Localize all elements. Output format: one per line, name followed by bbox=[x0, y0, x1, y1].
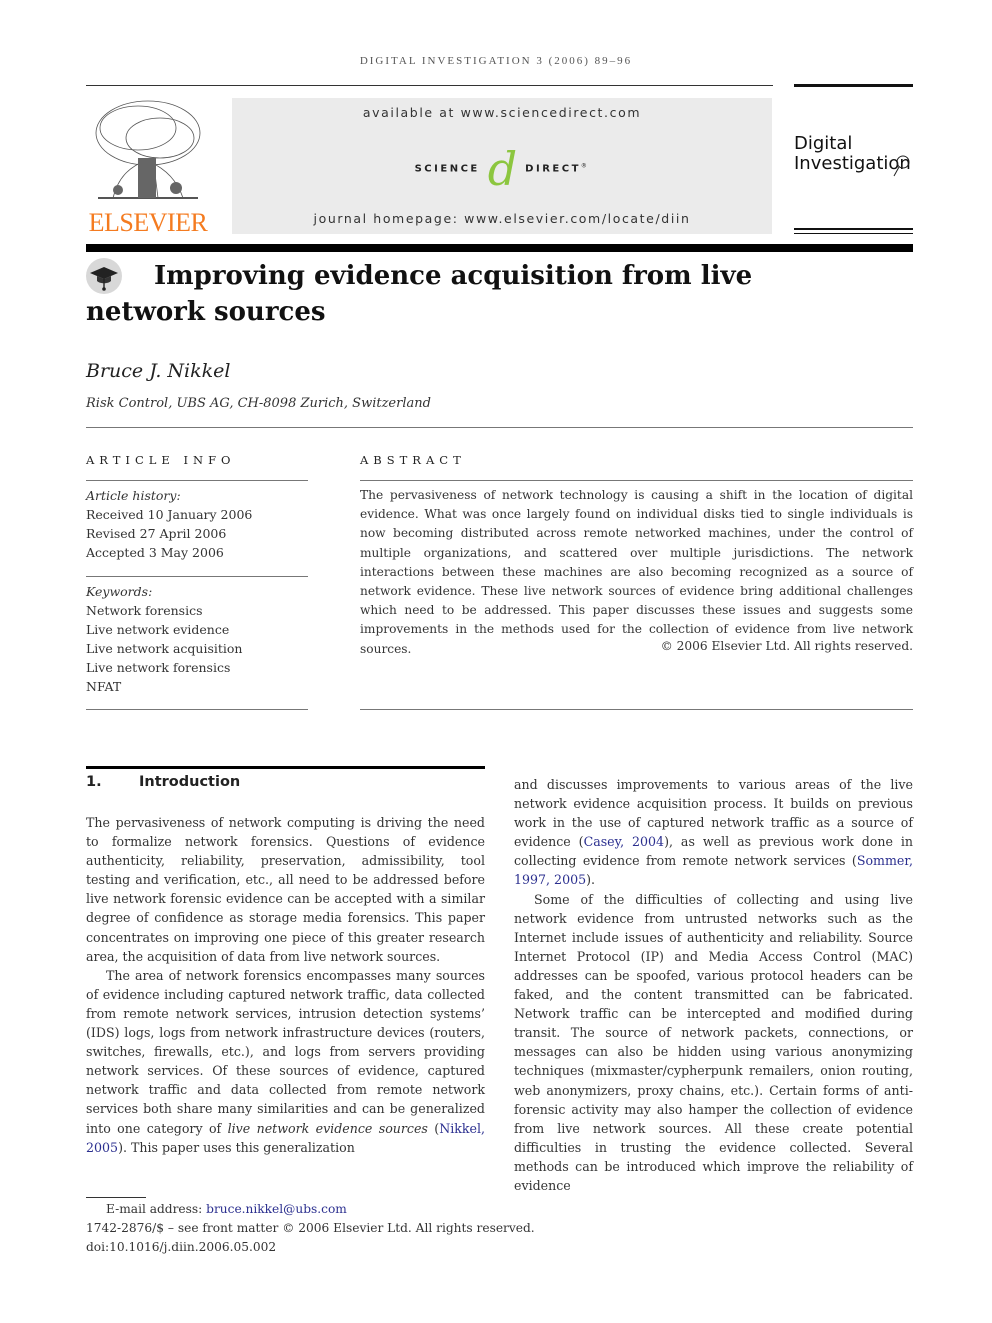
section-heading: 1. Introduction bbox=[86, 774, 240, 790]
article-title: Improving evidence acquisition from live… bbox=[86, 261, 753, 327]
keyword-item: Live network acquisition bbox=[86, 641, 243, 656]
abstract-text: The pervasiveness of network technology … bbox=[360, 488, 913, 656]
sd-logo-left: SCIENCE bbox=[414, 163, 480, 175]
divider bbox=[360, 480, 913, 481]
header-rule bbox=[86, 85, 773, 86]
divider bbox=[86, 576, 308, 577]
history-accepted: Accepted 3 May 2006 bbox=[86, 545, 224, 560]
divider bbox=[86, 427, 913, 428]
divider bbox=[360, 709, 913, 710]
logo-rule-bottom-2 bbox=[794, 233, 913, 234]
citation-link[interactable]: Casey, 2004 bbox=[584, 834, 665, 849]
registered-mark: ® bbox=[580, 162, 590, 170]
front-matter: 1742-2876/$ – see front matter © 2006 El… bbox=[86, 1221, 535, 1235]
text-run: ). bbox=[586, 872, 596, 888]
doi[interactable]: doi:10.1016/j.diin.2006.05.002 bbox=[86, 1238, 535, 1257]
logo-rule-top bbox=[794, 84, 913, 87]
elsevier-logo: ELSEVIER bbox=[86, 98, 210, 238]
sciencedirect-logo: SCIENCE d DIRECT® bbox=[232, 146, 772, 192]
elsevier-tree-icon bbox=[95, 100, 201, 199]
divider bbox=[86, 709, 308, 710]
text-run: The area of network forensics encompasse… bbox=[86, 967, 485, 1136]
section-title: Introduction bbox=[139, 774, 241, 790]
keyword-item: Live network evidence bbox=[86, 622, 230, 637]
paragraph: The area of network forensics encompasse… bbox=[86, 966, 485, 1157]
header-thick-bar bbox=[86, 244, 913, 252]
section-bar bbox=[86, 766, 485, 769]
sciencedirect-banner: available at www.sciencedirect.com SCIEN… bbox=[232, 98, 772, 234]
history-revised: Revised 27 April 2006 bbox=[86, 526, 227, 541]
section-number: 1. bbox=[86, 774, 102, 790]
author-affiliation: Risk Control, UBS AG, CH-8098 Zurich, Sw… bbox=[86, 396, 431, 411]
sd-logo-right: DIRECT bbox=[525, 163, 581, 175]
email-link[interactable]: bruce.nikkel@ubs.com bbox=[206, 1202, 347, 1216]
keyword-item: Live network forensics bbox=[86, 660, 231, 675]
sciencedirect-available-link[interactable]: available at www.sciencedirect.com bbox=[232, 105, 772, 120]
paragraph: Some of the difficulties of collecting a… bbox=[514, 891, 913, 1193]
article-info-label: ARTICLE INFO bbox=[86, 453, 236, 467]
article-history: Article history: Received 10 January 200… bbox=[86, 486, 252, 562]
body-column-right: and discusses improvements to various ar… bbox=[514, 775, 913, 1195]
logo-rule-bottom-1 bbox=[794, 228, 913, 230]
email-label: E-mail address: bbox=[106, 1202, 207, 1216]
text-run: ). This paper uses this generalization bbox=[118, 1139, 355, 1155]
author-name: Bruce J. Nikkel bbox=[86, 360, 231, 382]
text-run: ( bbox=[427, 1120, 440, 1136]
journal-homepage-link[interactable]: journal homepage: www.elsevier.com/locat… bbox=[232, 211, 772, 226]
email-footnote: E-mail address: bruce.nikkel@ubs.com bbox=[86, 1200, 535, 1219]
footnotes: E-mail address: bruce.nikkel@ubs.com 174… bbox=[86, 1200, 535, 1257]
elsevier-wordmark: ELSEVIER bbox=[88, 208, 208, 237]
abstract-label: ABSTRACT bbox=[360, 453, 466, 467]
divider bbox=[86, 480, 308, 481]
digital-investigation-logo: Digital Investigation bbox=[794, 84, 914, 236]
keyword-item: Network forensics bbox=[86, 603, 203, 618]
paragraph: The pervasiveness of network computing i… bbox=[86, 815, 485, 964]
running-head: DIGITAL INVESTIGATION 3 (2006) 89–96 bbox=[359, 55, 633, 67]
keywords: Keywords: Network forensics Live network… bbox=[86, 582, 242, 696]
body-column-left: The pervasiveness of network computing i… bbox=[86, 813, 485, 1157]
keywords-label: Keywords: bbox=[86, 584, 153, 599]
paragraph: and discusses improvements to various ar… bbox=[514, 775, 913, 890]
abstract-copyright: © 2006 Elsevier Ltd. All rights reserved… bbox=[660, 639, 913, 653]
footnote-rule bbox=[86, 1197, 146, 1198]
emphasis: live network evidence sources bbox=[227, 1120, 428, 1136]
keyword-item: NFAT bbox=[86, 679, 122, 694]
journal-logo-line1: Digital bbox=[794, 133, 853, 154]
magnifier-icon bbox=[893, 155, 910, 177]
history-label: Article history: bbox=[86, 488, 181, 503]
sd-at-icon: d bbox=[487, 142, 518, 196]
history-received: Received 10 January 2006 bbox=[86, 507, 253, 522]
